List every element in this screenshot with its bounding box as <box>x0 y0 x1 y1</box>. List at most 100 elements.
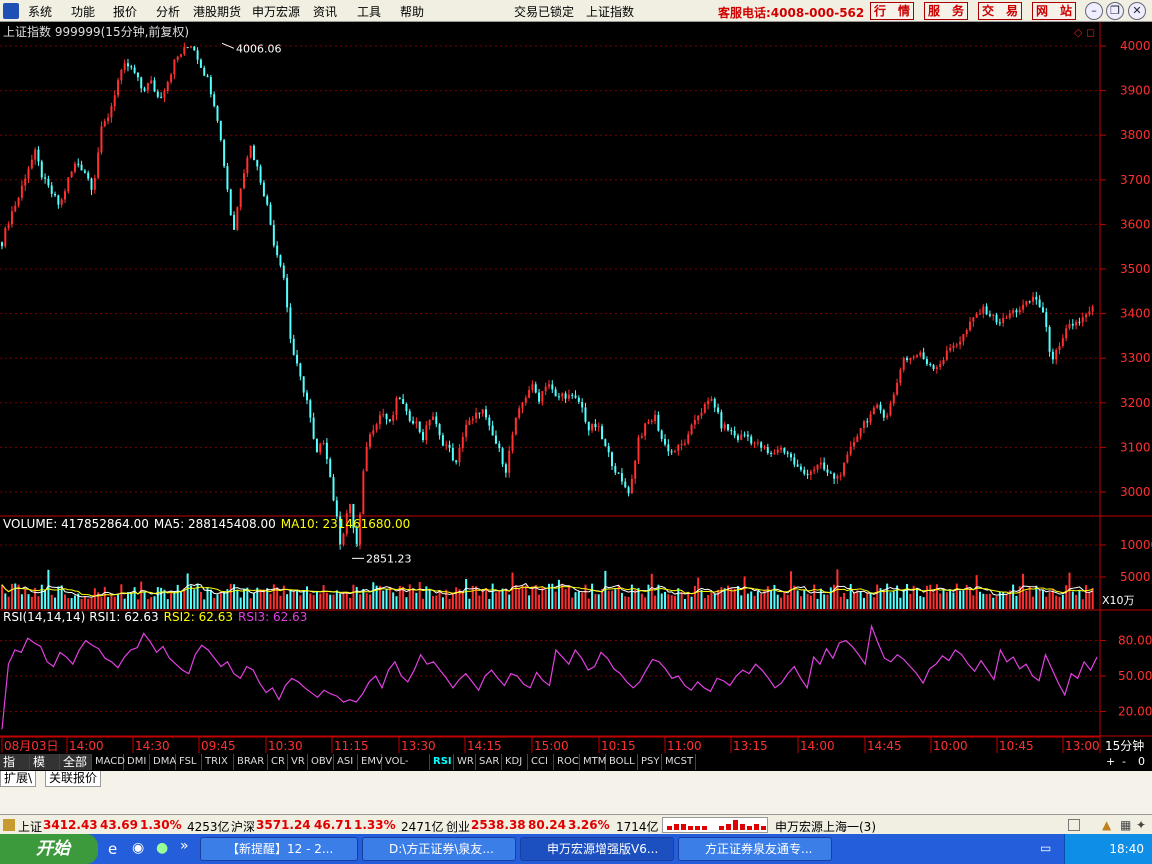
volume-bar <box>213 597 216 609</box>
volume-bar <box>1022 573 1025 609</box>
volume-bar <box>243 589 246 609</box>
candle-body <box>548 384 550 387</box>
zoom-out-button[interactable]: - <box>1122 755 1126 768</box>
menu-function[interactable]: 功能 <box>71 3 95 20</box>
volume-bar <box>876 584 879 609</box>
indicator-tab-roc[interactable]: ROC <box>554 754 580 770</box>
keyboard-icon[interactable]: ▭ <box>1040 841 1051 855</box>
volume-bar <box>199 591 202 609</box>
task-founder[interactable]: 方正证券泉友通专... <box>678 837 832 861</box>
chart-area[interactable]: 4006.06 2851.23 10000 5000 80.00 50.00 20.00… <box>0 22 1152 757</box>
indicator-tab-dma[interactable]: DMA <box>150 754 176 770</box>
volume-bar <box>332 594 335 609</box>
period-label[interactable]: 15分钟 <box>1105 738 1144 753</box>
indicator-tab-trix[interactable]: TRIX <box>202 754 234 770</box>
menu-news[interactable]: 资讯 <box>313 3 337 20</box>
candle-body <box>1008 313 1011 318</box>
volume-bar <box>614 589 617 609</box>
indicator-tab-asi[interactable]: ASI <box>334 754 358 770</box>
time-tick-label: 14:00 <box>800 739 835 753</box>
trade-button[interactable]: 交 易 <box>978 2 1022 20</box>
signal-icon[interactable]: ▲ <box>1102 818 1111 832</box>
settings-icon[interactable]: ✦ <box>1136 818 1146 832</box>
volume-bar <box>166 599 169 609</box>
candle-body <box>163 90 166 98</box>
indicator-tab-macd[interactable]: MACD <box>92 754 125 770</box>
indicator-tab-brar[interactable]: BRAR <box>234 754 268 770</box>
broker-server[interactable]: 申万宏源上海一(3) <box>775 818 876 835</box>
indicator-tab-vr[interactable]: VR <box>288 754 308 770</box>
volume-bar <box>455 587 458 609</box>
task-founder-label: 方正证券泉友通专... <box>705 842 813 856</box>
tab-related-quotes[interactable]: 关联报价 <box>45 771 102 787</box>
task-explorer[interactable]: D:\方正证券\泉友... <box>362 837 516 861</box>
chart-options-icon[interactable]: ◇ ◻ <box>1074 26 1095 39</box>
zoom-in-button[interactable]: + <box>1106 755 1115 768</box>
indicator-tab-kdj[interactable]: KDJ <box>502 754 528 770</box>
indicator-tab-cci[interactable]: CCI <box>528 754 554 770</box>
candle-body <box>584 407 587 422</box>
restore-icon[interactable]: ❐ <box>1106 2 1124 20</box>
indicator-tab-rsi[interactable]: RSI <box>430 754 454 770</box>
candle-body <box>680 444 683 446</box>
volume-bar <box>962 590 965 609</box>
indicator-tab-wr[interactable]: WR <box>454 754 476 770</box>
indicator-tab-dmi[interactable]: DMI <box>124 754 150 770</box>
app-logo[interactable] <box>3 3 19 19</box>
indicator-tab-cr[interactable]: CR <box>268 754 288 770</box>
indicator-tab-boll[interactable]: BOLL <box>606 754 638 770</box>
quick-launch-more-icon[interactable]: » <box>180 838 189 854</box>
volume-bar <box>441 597 444 609</box>
indicator-tab-vol-tdx[interactable]: VOL-TDX <box>382 754 430 783</box>
indicator-tab-fsl[interactable]: FSL <box>176 754 202 770</box>
indicator-tab-emv[interactable]: EMV <box>358 754 383 770</box>
indicator-tab-模板[interactable]: 模板 <box>30 754 60 785</box>
notepad-icon[interactable] <box>1068 819 1080 831</box>
task-forum-label: 【新提醒】12 - 2... <box>227 842 334 856</box>
indicator-tab-指标[interactable]: 指标 <box>0 754 30 785</box>
kline-chart[interactable]: 4006.06 2851.23 10000 5000 80.00 50.00 20.00… <box>0 22 1152 757</box>
reset-button[interactable]: 0 <box>1138 755 1145 768</box>
volume-bar <box>392 592 395 609</box>
menu-hk-futures[interactable]: 港股期货 <box>193 3 241 20</box>
ie-icon[interactable]: e <box>108 840 117 858</box>
service-button[interactable]: 服 务 <box>924 2 968 20</box>
indicator-tab-sar[interactable]: SAR <box>476 754 502 770</box>
volume-bar <box>859 591 862 609</box>
volume-bar <box>445 589 448 609</box>
candle-body <box>272 224 275 246</box>
indicator-tab-mtm[interactable]: MTM <box>580 754 606 770</box>
menu-quote[interactable]: 报价 <box>113 3 137 20</box>
candle-body <box>826 469 829 473</box>
low-annotation: 2851.23 <box>366 552 412 565</box>
task-swhy[interactable]: 申万宏源增强版V6... <box>520 837 674 861</box>
menu-system[interactable]: 系统 <box>28 3 52 20</box>
calculator-icon[interactable]: ▦ <box>1120 818 1131 832</box>
task-forum[interactable]: 【新提醒】12 - 2... <box>200 837 358 861</box>
market-button[interactable]: 行 情 <box>870 2 914 20</box>
candle-body <box>899 369 902 383</box>
volume-bar <box>949 589 952 609</box>
cy-change: 80.24 <box>528 818 566 832</box>
indicator-tab-mcst[interactable]: MCST <box>662 754 696 770</box>
refresh-icon[interactable]: ● <box>156 840 168 856</box>
volume-bar <box>803 589 806 609</box>
minimize-icon[interactable]: – <box>1085 2 1103 20</box>
candle-body <box>922 352 925 360</box>
menu-analysis[interactable]: 分析 <box>156 3 180 20</box>
menu-tools[interactable]: 工具 <box>357 3 381 20</box>
candle-body <box>896 382 899 395</box>
start-button[interactable]: 开始 <box>0 834 98 864</box>
lock-icon[interactable] <box>3 819 15 831</box>
indicator-tab-psy[interactable]: PSY <box>638 754 662 770</box>
browser-icon[interactable]: ◉ <box>132 840 144 856</box>
candle-body <box>664 438 667 445</box>
tab-expand[interactable]: 扩展\ <box>0 771 37 787</box>
candle-body <box>703 404 706 413</box>
indicator-tab-全部[interactable]: 全部 <box>60 754 92 770</box>
close-icon[interactable]: ✕ <box>1128 2 1146 20</box>
menu-swhy[interactable]: 申万宏源 <box>252 3 300 20</box>
indicator-tab-obv[interactable]: OBV <box>308 754 334 770</box>
website-button[interactable]: 网 站 <box>1032 2 1076 20</box>
menu-help[interactable]: 帮助 <box>400 3 424 20</box>
